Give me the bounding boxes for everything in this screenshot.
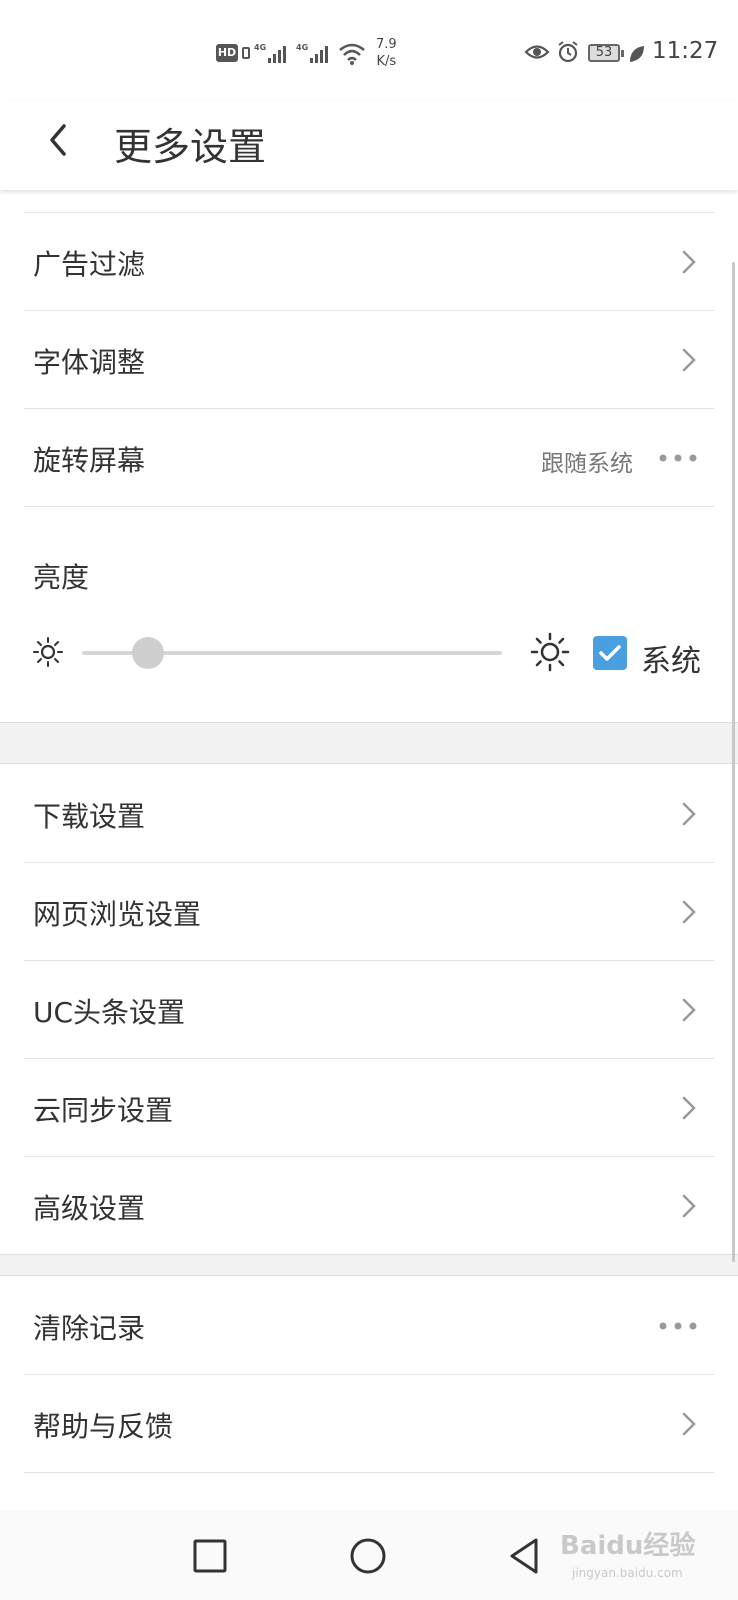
setting-row-clear-history[interactable]: 清除记录 bbox=[0, 1276, 738, 1374]
setting-row-font-size[interactable]: 字体调整 bbox=[0, 310, 738, 408]
chevron-right-icon bbox=[682, 1194, 696, 1218]
setting-row-rotate-screen[interactable]: 旋转屏幕 跟随系统 bbox=[0, 408, 738, 506]
chevron-right-icon bbox=[682, 802, 696, 826]
leaf-icon bbox=[630, 46, 644, 62]
brightness-low-icon bbox=[33, 637, 63, 667]
bottom-divider-row bbox=[0, 1472, 738, 1474]
watermark-url: jingyan.baidu.com bbox=[572, 1566, 683, 1580]
wifi-icon bbox=[339, 43, 365, 65]
signal-2-icon: 4G bbox=[296, 43, 328, 63]
svg-text:4G: 4G bbox=[296, 43, 308, 52]
divider bbox=[24, 1374, 714, 1375]
setting-label: 下载设置 bbox=[33, 800, 146, 833]
data-activity-icon bbox=[242, 47, 250, 59]
net-speed: 7.9 K/s bbox=[376, 36, 397, 70]
setting-row-browsing[interactable]: 网页浏览设置 bbox=[0, 862, 738, 960]
svg-text:4G: 4G bbox=[254, 43, 266, 52]
divider bbox=[24, 960, 714, 961]
setting-label: 帮助与反馈 bbox=[33, 1410, 174, 1443]
eye-icon bbox=[524, 45, 550, 59]
divider bbox=[24, 1058, 714, 1059]
setting-row-ad-filter[interactable]: 广告过滤 bbox=[0, 212, 738, 310]
setting-label: UC头条设置 bbox=[33, 996, 186, 1029]
divider bbox=[24, 862, 714, 863]
section-gap bbox=[0, 1254, 738, 1276]
watermark-logo: Baidu经验 bbox=[560, 1531, 696, 1561]
battery-icon: 53 bbox=[588, 44, 624, 62]
brightness-label: 亮度 bbox=[33, 561, 90, 594]
setting-row-uc-headlines[interactable]: UC头条设置 bbox=[0, 960, 738, 1058]
chevron-right-icon bbox=[682, 348, 696, 372]
setting-row-cloud-sync[interactable]: 云同步设置 bbox=[0, 1058, 738, 1156]
setting-label: 广告过滤 bbox=[33, 248, 146, 281]
back-arrow-icon[interactable] bbox=[40, 118, 80, 162]
page-title: 更多设置 bbox=[114, 125, 267, 169]
section-gap bbox=[0, 722, 738, 764]
signal-1-icon: 4G bbox=[254, 43, 286, 63]
chevron-right-icon bbox=[682, 998, 696, 1022]
recents-square-icon[interactable] bbox=[186, 1532, 234, 1580]
system-brightness-checkbox[interactable] bbox=[593, 636, 627, 670]
status-bar: HD 4G 4G 7.9 K/s 53 11:27 bbox=[0, 0, 738, 100]
setting-label: 高级设置 bbox=[33, 1192, 146, 1225]
divider bbox=[24, 310, 714, 311]
setting-value: 跟随系统 bbox=[541, 451, 633, 477]
setting-label: 旋转屏幕 bbox=[33, 444, 146, 477]
net-speed-value: 7.9 bbox=[376, 37, 397, 52]
back-triangle-icon[interactable] bbox=[502, 1532, 550, 1580]
setting-label: 云同步设置 bbox=[33, 1094, 174, 1127]
brightness-high-icon bbox=[530, 632, 570, 672]
more-dots-icon[interactable] bbox=[658, 1321, 698, 1331]
scrollbar[interactable] bbox=[732, 262, 735, 1262]
hd-voice-icon: HD bbox=[216, 44, 238, 62]
chevron-right-icon bbox=[682, 1096, 696, 1120]
chevron-right-icon bbox=[682, 1412, 696, 1436]
setting-row-help-feedback[interactable]: 帮助与反馈 bbox=[0, 1374, 738, 1472]
divider bbox=[24, 212, 714, 213]
system-brightness-label: 系统 bbox=[641, 644, 701, 679]
setting-row-advanced[interactable]: 高级设置 bbox=[0, 1156, 738, 1254]
net-speed-unit: K/s bbox=[376, 54, 397, 69]
divider bbox=[24, 1472, 714, 1473]
alarm-icon bbox=[558, 41, 578, 63]
divider bbox=[24, 506, 714, 507]
setting-label: 清除记录 bbox=[33, 1312, 146, 1345]
setting-label: 字体调整 bbox=[33, 346, 146, 379]
divider bbox=[24, 1156, 714, 1157]
home-circle-icon[interactable] bbox=[344, 1532, 392, 1580]
chevron-right-icon bbox=[682, 250, 696, 274]
title-bar: 更多设置 bbox=[0, 100, 738, 190]
chevron-right-icon bbox=[682, 900, 696, 924]
checkmark-icon bbox=[599, 645, 621, 661]
setting-row-download[interactable]: 下载设置 bbox=[0, 764, 738, 862]
brightness-row bbox=[0, 506, 738, 722]
setting-label: 网页浏览设置 bbox=[33, 898, 202, 931]
more-dots-icon[interactable] bbox=[658, 453, 698, 463]
divider bbox=[24, 408, 714, 409]
clock: 11:27 bbox=[652, 38, 719, 64]
